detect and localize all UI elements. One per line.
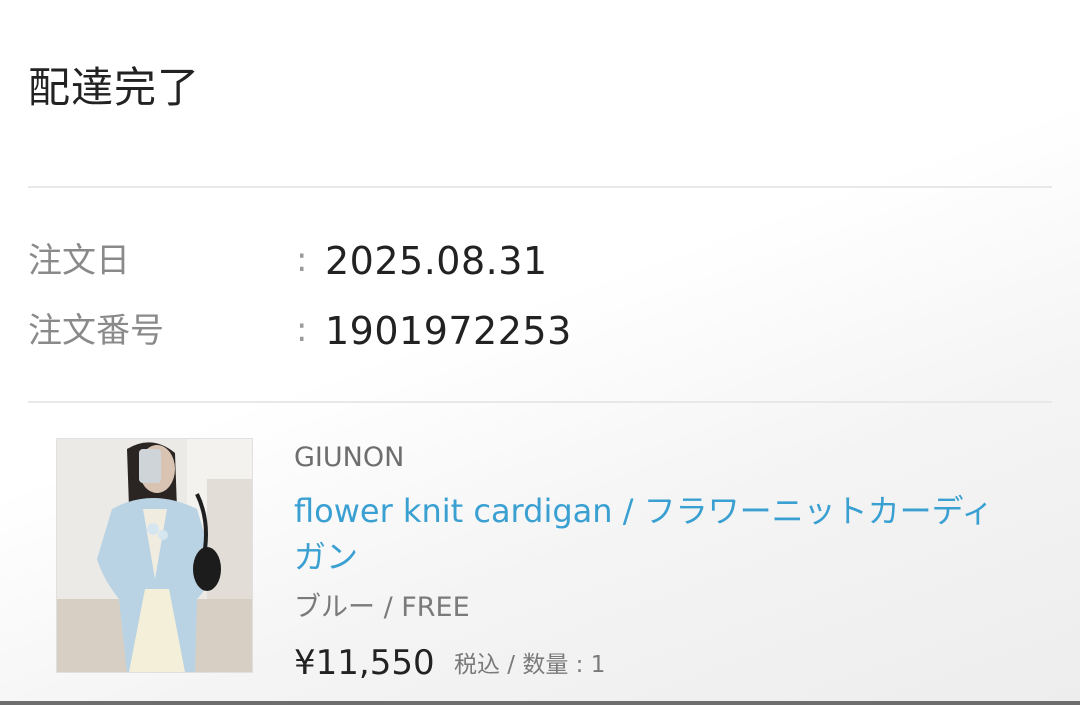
product-brand: GIUNON: [294, 442, 405, 473]
order-date-value: 2025.08.31: [325, 239, 548, 283]
order-number-label: 注文番号: [28, 311, 164, 351]
price-row: ¥11,550 税込 / 数量 : 1: [294, 640, 994, 686]
separator-colon: :: [296, 310, 308, 350]
product-image[interactable]: [56, 438, 253, 673]
order-number-row: 注文番号 : 1901972253: [28, 306, 928, 356]
bottom-border: [0, 701, 1080, 705]
product-name-link[interactable]: flower knit cardigan / フラワーニットカーディガン: [294, 488, 1014, 580]
product-variant: ブルー / FREE: [294, 592, 470, 623]
order-date-label: 注文日: [28, 241, 130, 281]
order-number-value: 1901972253: [325, 309, 572, 353]
divider: [28, 401, 1052, 403]
order-date-row: 注文日 : 2025.08.31: [28, 236, 928, 286]
separator-colon: :: [296, 240, 308, 280]
product-price: ¥11,550: [294, 643, 435, 683]
divider: [28, 186, 1052, 188]
price-tax-quantity: 税込 / 数量 : 1: [454, 652, 606, 678]
order-status-title: 配達完了: [28, 63, 201, 112]
